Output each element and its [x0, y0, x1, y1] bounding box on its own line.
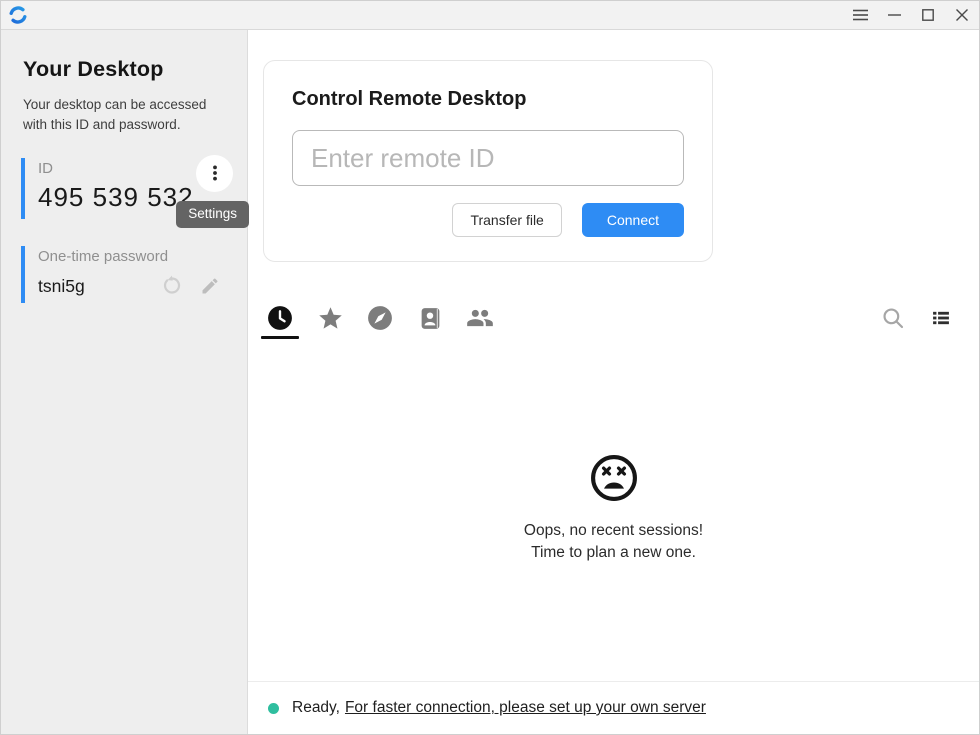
compass-icon: [367, 305, 393, 331]
setup-server-link[interactable]: For faster connection, please set up you…: [345, 699, 706, 717]
tab-favorites[interactable]: [311, 296, 349, 340]
session-tabbar: [261, 296, 957, 340]
refresh-password-button[interactable]: [159, 273, 185, 299]
connect-card: Control Remote Desktop Transfer file Con…: [263, 60, 713, 262]
empty-state: Oops, no recent sessions! Time to plan a…: [248, 340, 979, 681]
sidebar-title: Your Desktop: [23, 57, 247, 82]
empty-line-1: Oops, no recent sessions!: [524, 520, 703, 542]
card-title: Control Remote Desktop: [292, 88, 684, 111]
statusbar: Ready, For faster connection, please set…: [248, 681, 979, 734]
hamburger-menu-icon: [853, 9, 868, 21]
edit-password-button[interactable]: [197, 273, 223, 299]
window-menu-button[interactable]: [843, 1, 877, 29]
tab-group[interactable]: [461, 296, 499, 340]
three-dots-vertical-icon: [206, 164, 224, 182]
search-button[interactable]: [877, 302, 909, 334]
connect-button[interactable]: Connect: [582, 203, 684, 237]
minimize-icon: [888, 9, 901, 21]
maximize-button[interactable]: [911, 1, 945, 29]
card-button-row: Transfer file Connect: [292, 203, 684, 237]
sidebar-subtitle: Your desktop can be accessed with this I…: [23, 95, 225, 136]
rustdesk-window: Your Desktop Your desktop can be accesse…: [0, 0, 980, 735]
pencil-icon: [200, 276, 220, 296]
password-label: One-time password: [38, 248, 247, 265]
tab-discovered[interactable]: [361, 296, 399, 340]
list-view-icon: [931, 308, 951, 328]
settings-menu-button[interactable]: [196, 155, 233, 192]
id-section: ID 495 539 532 Settings: [21, 158, 247, 219]
minimize-button[interactable]: [877, 1, 911, 29]
maximize-icon: [922, 9, 934, 21]
transfer-file-button[interactable]: Transfer file: [452, 203, 561, 237]
list-view-button[interactable]: [925, 302, 957, 334]
tab-address-book[interactable]: [411, 296, 449, 340]
app-logo: [8, 5, 28, 25]
clock-icon: [267, 305, 293, 331]
main-area: Control Remote Desktop Transfer file Con…: [248, 30, 979, 734]
dizzy-face-icon: [588, 452, 640, 504]
app-body: Your Desktop Your desktop can be accesse…: [1, 30, 979, 734]
close-button[interactable]: [945, 1, 979, 29]
people-icon: [466, 304, 494, 332]
search-icon: [880, 305, 906, 331]
tab-recent-sessions[interactable]: [261, 296, 299, 340]
status-dot: [268, 703, 279, 714]
password-section: One-time password tsni5g: [21, 246, 247, 303]
refresh-icon: [162, 275, 183, 296]
empty-state-text: Oops, no recent sessions! Time to plan a…: [524, 520, 703, 565]
remote-id-input[interactable]: [292, 130, 684, 186]
address-book-icon: [418, 306, 443, 331]
close-icon: [956, 9, 968, 21]
settings-tooltip: Settings: [176, 201, 249, 228]
star-icon: [317, 305, 344, 332]
empty-line-2: Time to plan a new one.: [524, 542, 703, 564]
status-text: Ready,: [292, 699, 340, 717]
sidebar: Your Desktop Your desktop can be accesse…: [1, 30, 248, 734]
titlebar: [1, 1, 979, 30]
